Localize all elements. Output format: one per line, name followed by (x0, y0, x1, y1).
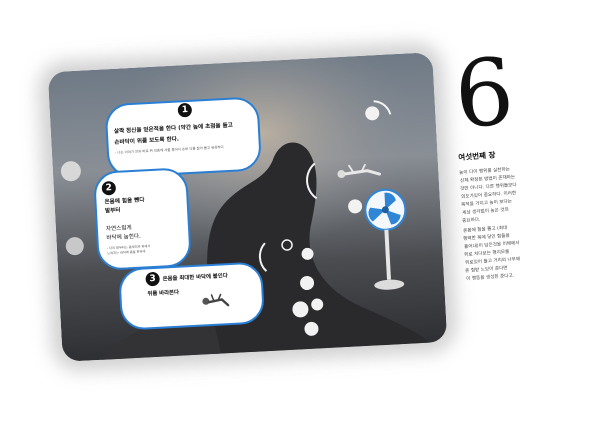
chapter-number: 6 (451, 38, 518, 149)
step-2-title-line2: 발부터 (104, 207, 121, 215)
person-floating-icon (337, 163, 381, 179)
spread-page: 1 살짝 정신을 얻은적을 한다 (약간 높에 초점을 들고 손바닥이 위를 보… (0, 0, 600, 428)
electric-fan-icon (364, 188, 407, 290)
chapter-title: 여섯번째 장 (458, 150, 496, 162)
photo-card: 1 살짝 정신을 얻은적을 한다 (약간 높에 초점을 들고 손바닥이 위를 보… (47, 52, 448, 362)
step-2-sub-1: 자연스럽게 (105, 225, 132, 233)
step-3-title-line2: 위를 바라본다 (147, 289, 180, 298)
person-lying-icon (202, 293, 230, 307)
instruction-bubble-3 (118, 261, 266, 331)
